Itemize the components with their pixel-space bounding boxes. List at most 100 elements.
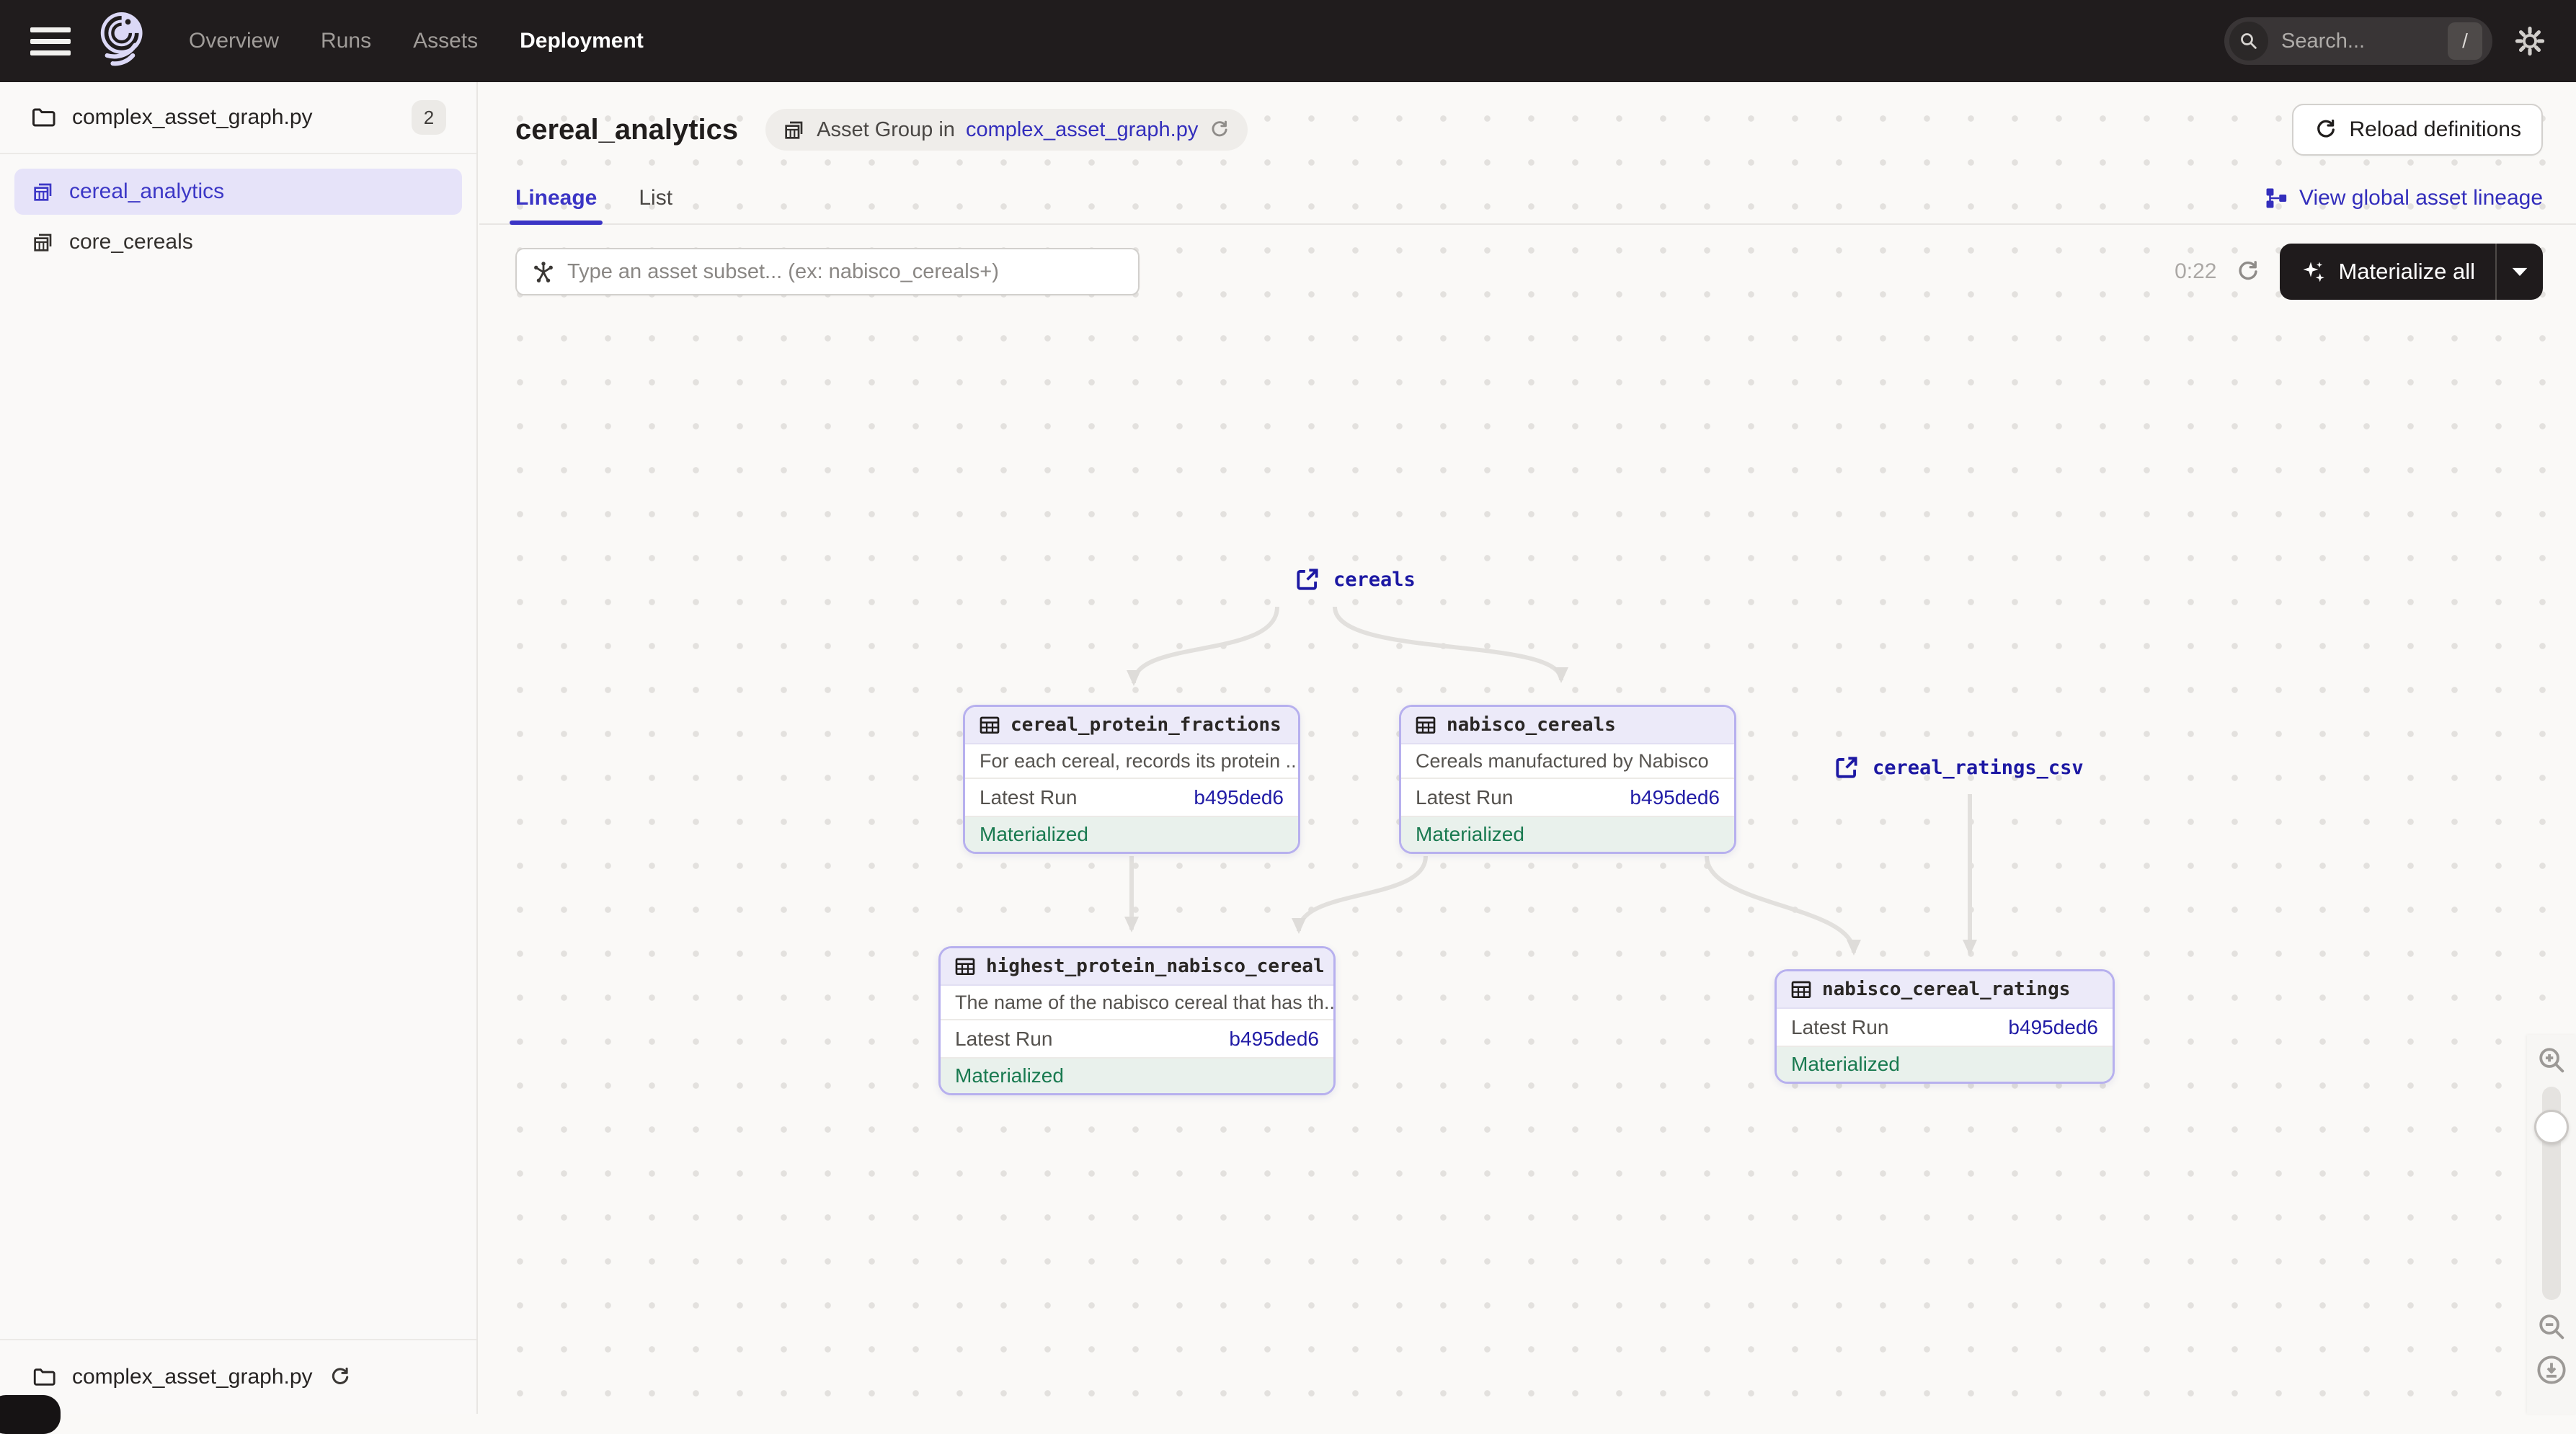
context-prefix: Asset Group in	[817, 118, 955, 142]
sidebar-code-location[interactable]: complex_asset_graph.py 2	[0, 82, 476, 154]
asset-count-badge: 2	[412, 100, 446, 135]
asset-node-cereal-protein-fractions[interactable]: cereal_protein_fractions For each cereal…	[963, 705, 1300, 854]
nav-links: Overview Runs Assets Deployment	[189, 29, 644, 53]
sidebar-footer-code-location[interactable]: complex_asset_graph.py	[0, 1339, 476, 1414]
code-location-link[interactable]: complex_asset_graph.py	[966, 118, 1198, 142]
asset-node-nabisco-cereals[interactable]: nabisco_cereals Cereals manufactured by …	[1399, 705, 1736, 854]
asset-node-title: nabisco_cereals	[1447, 714, 1616, 736]
zoom-in-icon[interactable]	[2535, 1043, 2568, 1077]
gear-icon[interactable]	[2514, 25, 2546, 57]
code-location-name: complex_asset_graph.py	[72, 105, 313, 130]
sidebar-item-label: cereal_analytics	[69, 179, 224, 204]
status-badge: Materialized	[941, 1059, 1333, 1093]
asset-group-icon	[783, 118, 806, 141]
global-lineage-label: View global asset lineage	[2299, 186, 2543, 210]
sidebar-item-core-cereals[interactable]: core_cereals	[14, 219, 462, 265]
tab-bar: Lineage List View global asset lineage	[479, 173, 2576, 225]
footer-code-location-name: complex_asset_graph.py	[72, 1365, 313, 1389]
hamburger-menu-icon[interactable]	[30, 27, 71, 55]
reload-definitions-button[interactable]: Reload definitions	[2292, 104, 2544, 156]
nav-item-runs[interactable]: Runs	[321, 29, 371, 53]
asset-node-header: cereal_protein_fractions	[965, 707, 1298, 744]
asset-node-header: highest_protein_nabisco_cereal	[941, 948, 1333, 986]
global-search[interactable]: /	[2224, 17, 2492, 65]
page-title: cereal_analytics	[515, 114, 738, 146]
lineage-toolbar: 0:22 Materialize all	[479, 244, 2576, 300]
caret-down-icon	[2511, 266, 2528, 277]
download-image-icon[interactable]	[2535, 1353, 2568, 1386]
asset-group-list: cereal_analytics core_cereals	[0, 154, 476, 280]
materialize-options-caret[interactable]	[2497, 244, 2543, 300]
reload-definitions-label: Reload definitions	[2350, 117, 2522, 142]
graph-zoom-controls	[2527, 1035, 2576, 1414]
run-id-link[interactable]: b495ded6	[2008, 1016, 2098, 1039]
refresh-timer: 0:22	[2175, 259, 2216, 284]
sidebar-item-label: core_cereals	[69, 230, 193, 254]
lineage-icon	[2264, 186, 2288, 210]
status-badge: Materialized	[1777, 1047, 2113, 1082]
external-link-icon	[1294, 566, 1321, 593]
asset-node-highest-protein-nabisco-cereal[interactable]: highest_protein_nabisco_cereal The name …	[938, 946, 1336, 1095]
asset-node-title: highest_protein_nabisco_cereal	[986, 956, 1325, 977]
latest-run-label: Latest Run	[955, 1028, 1052, 1051]
materialize-all-split-button: Materialize all	[2280, 244, 2543, 300]
materialize-all-button[interactable]: Materialize all	[2280, 244, 2495, 300]
table-icon	[978, 713, 1001, 736]
sidebar: complex_asset_graph.py 2 cereal_analytic…	[0, 82, 478, 1414]
page-header: cereal_analytics Asset Group in complex_…	[479, 82, 2576, 156]
asset-node-description: For each cereal, records its protein ...	[965, 744, 1298, 779]
asset-node-title: nabisco_cereal_ratings	[1822, 979, 2070, 1000]
asset-node-latest-run-row: Latest Run b495ded6	[1401, 779, 1734, 817]
asset-subset-input[interactable]	[567, 260, 1124, 284]
nav-item-overview[interactable]: Overview	[189, 29, 279, 53]
dagster-logo[interactable]	[95, 10, 153, 72]
refresh-icon[interactable]	[2235, 259, 2261, 285]
external-asset-label: cereals	[1333, 569, 1416, 591]
zoom-slider[interactable]	[2542, 1087, 2561, 1300]
corner-overlay	[0, 1395, 61, 1434]
sidebar-item-cereal-analytics[interactable]: cereal_analytics	[14, 169, 462, 215]
refresh-icon[interactable]	[1209, 119, 1230, 141]
asset-node-nabisco-cereal-ratings[interactable]: nabisco_cereal_ratings Latest Run b495de…	[1775, 969, 2115, 1084]
zoom-slider-knob[interactable]	[2534, 1110, 2569, 1144]
asset-node-latest-run-row: Latest Run b495ded6	[941, 1020, 1333, 1059]
view-global-asset-lineage-link[interactable]: View global asset lineage	[2264, 186, 2543, 210]
run-id-link[interactable]: b495ded6	[1194, 786, 1284, 809]
folder-icon	[30, 104, 56, 130]
latest-run-label: Latest Run	[1416, 786, 1513, 809]
asset-group-icon	[32, 231, 55, 254]
table-icon	[1790, 978, 1813, 1001]
nav-item-assets[interactable]: Assets	[413, 29, 478, 53]
sparkles-icon	[2300, 259, 2326, 285]
search-shortcut-badge: /	[2448, 22, 2482, 60]
top-nav: Overview Runs Assets Deployment /	[0, 0, 2576, 82]
tab-list[interactable]: List	[639, 173, 672, 223]
table-icon	[1414, 713, 1437, 736]
materialize-all-label: Materialize all	[2338, 259, 2475, 285]
refresh-icon[interactable]	[329, 1366, 352, 1389]
run-id-link[interactable]: b495ded6	[1630, 786, 1720, 809]
external-asset-cereal-ratings-csv[interactable]: cereal_ratings_csv	[1833, 754, 2084, 781]
search-input[interactable]	[2281, 30, 2435, 53]
external-link-icon	[1833, 754, 1860, 781]
asset-subset-filter[interactable]	[515, 248, 1140, 295]
asset-node-description: The name of the nabisco cereal that has …	[941, 986, 1333, 1020]
external-asset-label: cereal_ratings_csv	[1873, 757, 2084, 779]
status-badge: Materialized	[1401, 817, 1734, 852]
asset-group-context-pill: Asset Group in complex_asset_graph.py	[765, 109, 1248, 151]
nav-item-deployment[interactable]: Deployment	[520, 29, 644, 53]
folder-icon	[32, 1365, 56, 1389]
refresh-icon	[2314, 117, 2338, 142]
asset-node-header: nabisco_cereal_ratings	[1777, 971, 2113, 1009]
run-id-link[interactable]: b495ded6	[1229, 1028, 1319, 1051]
external-asset-cereals[interactable]: cereals	[1294, 566, 1416, 593]
tab-lineage[interactable]: Lineage	[515, 173, 597, 223]
search-icon	[2229, 22, 2268, 61]
status-badge: Materialized	[965, 817, 1298, 852]
table-icon	[954, 955, 977, 978]
zoom-out-icon[interactable]	[2535, 1310, 2568, 1343]
asset-node-latest-run-row: Latest Run b495ded6	[1777, 1009, 2113, 1047]
asset-node-title: cereal_protein_fractions	[1011, 714, 1282, 736]
asset-group-icon	[32, 180, 55, 203]
asset-node-header: nabisco_cereals	[1401, 707, 1734, 744]
